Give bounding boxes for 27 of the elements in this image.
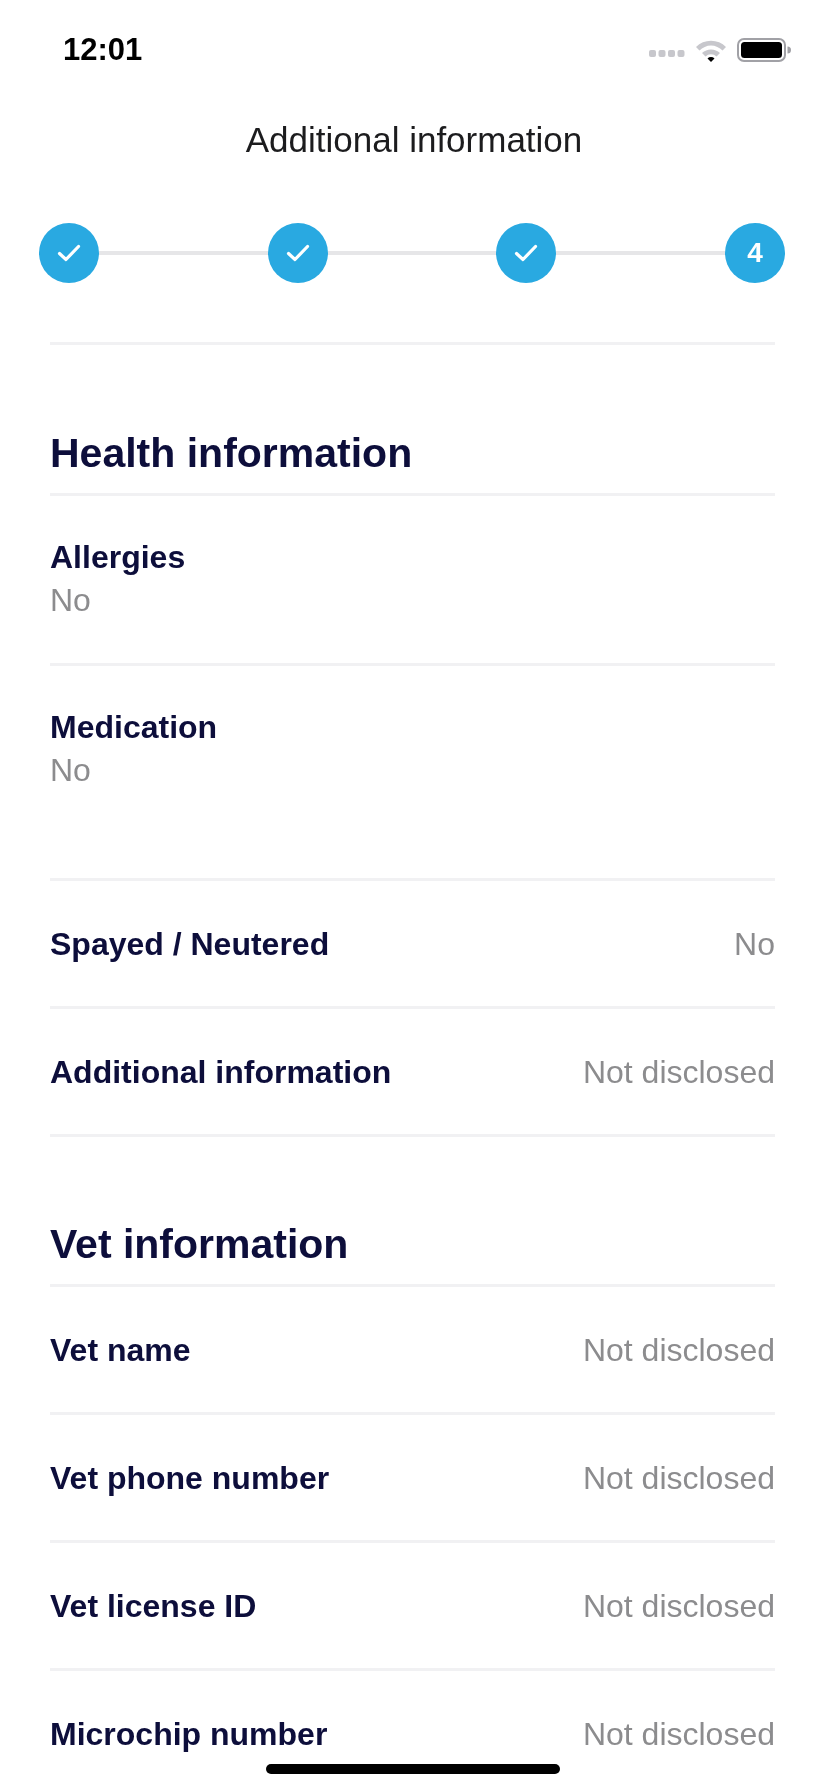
section-heading: Health information [50,429,414,477]
field-value: No [50,751,91,790]
field-label: Spayed / Neutered [50,924,330,964]
field-label: Medication [50,708,218,747]
field-label: Vet name [50,1330,191,1370]
field-value: Not disclosed [582,1586,775,1626]
wifi-icon [695,38,727,62]
field-label: Vet license ID [50,1586,257,1626]
field-label: Allergies [50,538,186,577]
check-icon [285,244,310,262]
field-label: Additional information [50,1052,392,1092]
field-value: Not disclosed [582,1714,775,1754]
field-value: No [734,924,775,964]
section-heading: Vet information [50,1220,350,1268]
field-value: Not disclosed [582,1052,775,1092]
signal-icon [649,49,685,57]
field-label: Vet phone number [50,1458,330,1498]
field-value: Not disclosed [582,1330,775,1370]
status-time: 12:01 [63,32,143,68]
page-title: Additional information [245,120,583,160]
battery-icon [737,38,791,62]
field-label: Microchip number [50,1714,328,1754]
check-icon [57,244,81,262]
field-value: No [50,581,91,620]
check-icon [514,244,539,262]
step-number: 4 [747,237,763,269]
field-value: Not disclosed [582,1458,775,1498]
